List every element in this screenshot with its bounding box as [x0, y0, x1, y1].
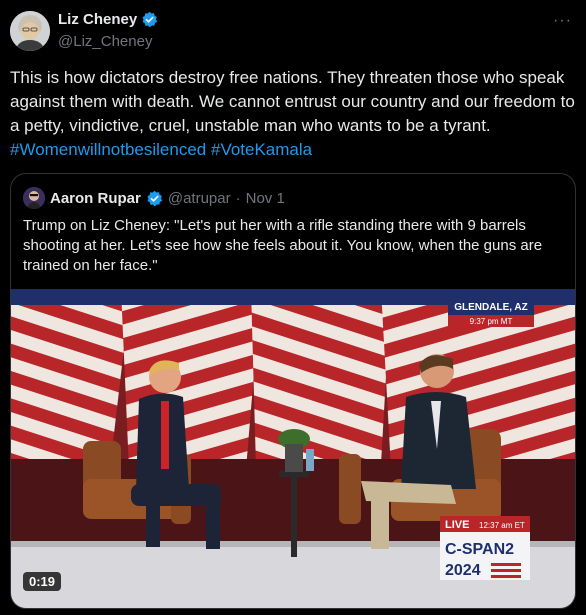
- more-options-icon[interactable]: ···: [553, 12, 572, 30]
- video-player[interactable]: GLENDALE, AZ 9:37 pm MT LIVE 12:37 am ET…: [11, 289, 575, 608]
- video-live-label: LIVE: [445, 519, 469, 531]
- video-location-label: GLENDALE, AZ: [454, 302, 528, 313]
- quote-separator: ·: [235, 189, 241, 207]
- author-display-name[interactable]: Liz Cheney: [58, 11, 137, 28]
- tweet-body: This is how dictators destroy free natio…: [10, 68, 575, 135]
- video-frame: GLENDALE, AZ 9:37 pm MT LIVE 12:37 am ET…: [11, 289, 575, 608]
- quote-header: Aaron Rupar @atrupar · Nov 1: [23, 187, 285, 209]
- hashtag-votekamala[interactable]: #VoteKamala: [211, 140, 312, 159]
- video-live-time: 12:37 am ET: [479, 521, 525, 530]
- tweet-card: Liz Cheney @Liz_Cheney ··· This is how d…: [0, 0, 586, 615]
- video-network-year: 2024: [445, 562, 481, 579]
- verified-badge-icon: [141, 11, 158, 28]
- author-avatar[interactable]: [10, 11, 50, 51]
- tweet-text: This is how dictators destroy free natio…: [10, 66, 576, 162]
- quote-author-handle[interactable]: @atrupar: [168, 190, 231, 207]
- author-name-line: Liz Cheney: [58, 11, 158, 28]
- verified-badge-icon: [146, 190, 163, 207]
- quote-author-name[interactable]: Aaron Rupar: [50, 190, 141, 207]
- quote-text: Trump on Liz Cheney: "Let's put her with…: [23, 217, 543, 274]
- quote-author-avatar[interactable]: [23, 187, 45, 209]
- video-network-name: C-SPAN2: [445, 541, 514, 558]
- video-local-time: 9:37 pm MT: [470, 317, 513, 326]
- quote-date[interactable]: Nov 1: [246, 190, 285, 207]
- hashtag-womenwillnotbesilenced[interactable]: #Womenwillnotbesilenced: [10, 140, 206, 159]
- video-duration-badge: 0:19: [23, 572, 62, 591]
- quoted-tweet[interactable]: Aaron Rupar @atrupar · Nov 1 Trump on Li…: [10, 173, 576, 609]
- author-handle[interactable]: @Liz_Cheney: [58, 33, 152, 50]
